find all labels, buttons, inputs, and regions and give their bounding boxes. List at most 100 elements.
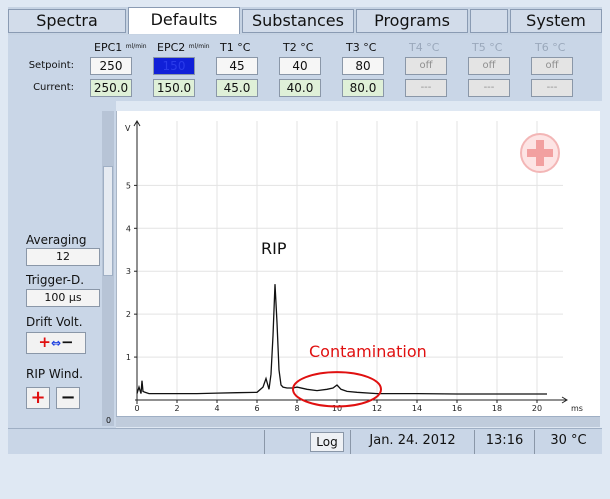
column-name: T6 xyxy=(535,41,549,54)
y-tick-label: 2 xyxy=(126,310,131,319)
current-t2: 40.0 xyxy=(279,79,321,97)
y-tick-label: 5 xyxy=(126,181,131,190)
column-header-epc1: EPC1 ml/min xyxy=(94,41,147,54)
tab-substances[interactable]: Substances xyxy=(242,9,354,33)
x-tick-label: 14 xyxy=(412,404,422,413)
series-line-0 xyxy=(136,284,547,395)
column-name: T5 xyxy=(472,41,486,54)
current-t5: --- xyxy=(468,79,510,97)
column-header-t5: T5 °C xyxy=(472,41,502,54)
rip-window-label: RIP Wind. xyxy=(26,367,83,381)
minus-icon[interactable]: − xyxy=(61,333,74,351)
x-tick-label: 0 xyxy=(134,404,139,413)
rip-window-minus-button[interactable]: − xyxy=(56,387,80,409)
column-name: T4 xyxy=(409,41,423,54)
plus-icon[interactable]: + xyxy=(38,333,51,351)
setpoint-epc1[interactable]: 250 xyxy=(90,57,132,75)
status-divider xyxy=(264,430,265,454)
column-unit: °C xyxy=(300,41,314,54)
column-header-t3: T3 °C xyxy=(346,41,376,54)
drift-volt-control[interactable]: +⇔− xyxy=(26,332,86,354)
setpoint-epc2[interactable]: 150 xyxy=(153,57,195,75)
rip-window-plus-button[interactable]: + xyxy=(26,387,50,409)
column-unit: ml/min xyxy=(188,43,210,50)
zoom-plus-icon[interactable] xyxy=(520,133,560,173)
column-name: T2 xyxy=(283,41,297,54)
setpoint-t1[interactable]: 45 xyxy=(216,57,258,75)
column-unit: °C xyxy=(489,41,503,54)
tab-bar: Spectra Defaults Substances Programs Sys… xyxy=(8,7,602,35)
setpoint-t3[interactable]: 80 xyxy=(342,57,384,75)
plus-icon: + xyxy=(30,387,46,408)
current-epc2: 150.0 xyxy=(153,79,195,97)
x-tick-label: 12 xyxy=(372,404,382,413)
x-tick-label: 6 xyxy=(254,404,259,413)
column-unit: ml/min xyxy=(125,43,147,50)
trigger-delay-value[interactable]: 100 µs xyxy=(26,289,100,307)
horizontal-scrollbar[interactable]: 0 xyxy=(106,416,600,427)
averaging-label: Averaging xyxy=(26,233,87,247)
column-header-epc2: EPC2 ml/min xyxy=(157,41,210,54)
column-name: EPC2 xyxy=(157,41,186,54)
trigger-delay-label: Trigger-D. xyxy=(26,273,85,287)
swap-icon: ⇔ xyxy=(50,336,62,350)
tab-empty[interactable] xyxy=(470,9,508,33)
column-name: EPC1 xyxy=(94,41,123,54)
averaging-value[interactable]: 12 xyxy=(26,248,100,266)
tab-system[interactable]: System xyxy=(510,9,602,33)
spectrum-chart: 0 2 4 6 8 10 12 14 16 18 2012345VmsRIPContaminatio… xyxy=(125,120,583,413)
vertical-scrollbar[interactable] xyxy=(102,111,114,426)
status-bar: Log Jan. 24. 2012 13:16 30 °C xyxy=(8,428,602,454)
column-header-t1: T1 °C xyxy=(220,41,250,54)
y-tick-label: 4 xyxy=(126,224,131,233)
x-axis-label: ms xyxy=(571,404,583,413)
x-tick-label: 16 xyxy=(452,404,462,413)
status-time: 13:16 xyxy=(474,430,534,454)
column-unit: °C xyxy=(426,41,440,54)
spectrum-plot[interactable]: 0 2 4 6 8 10 12 14 16 18 20 1 2 3 4 5 Vms RIP Contaminatio… xyxy=(116,111,600,416)
column-name: T3 xyxy=(346,41,360,54)
scroll-origin-label: 0 xyxy=(106,416,112,425)
current-t6: --- xyxy=(531,79,573,97)
current-row-label: Current: xyxy=(33,82,74,93)
column-unit: °C xyxy=(552,41,566,54)
status-temperature: 30 °C xyxy=(534,430,602,454)
log-button[interactable]: Log xyxy=(310,432,344,452)
setpoint-t4: off xyxy=(405,57,447,75)
annotation-rip: RIP xyxy=(261,239,287,258)
tab-programs[interactable]: Programs xyxy=(356,9,468,33)
x-tick-label: 18 xyxy=(492,404,502,413)
current-t4: --- xyxy=(405,79,447,97)
setpoint-row-label: Setpoint: xyxy=(28,60,74,71)
minus-icon: − xyxy=(60,387,76,408)
column-header-t6: T6 °C xyxy=(535,41,565,54)
y-tick-label: 3 xyxy=(126,267,131,276)
vertical-scroll-thumb[interactable] xyxy=(103,166,113,276)
x-tick-label: 20 xyxy=(532,404,542,413)
control-panel: Setpoint: Current: EPC1 ml/min 250 250.0 EP… xyxy=(8,35,602,101)
x-tick-label: 4 xyxy=(214,404,219,413)
x-tick-label: 2 xyxy=(174,404,179,413)
y-tick-label: 1 xyxy=(126,353,131,362)
zoom-icon-bar-v xyxy=(536,140,544,166)
column-unit: °C xyxy=(363,41,377,54)
y-axis-label: V xyxy=(125,124,131,133)
annotation-contamination: Contamination xyxy=(309,342,427,361)
status-date: Jan. 24. 2012 xyxy=(350,430,474,454)
current-t3: 80.0 xyxy=(342,79,384,97)
setpoint-t5: off xyxy=(468,57,510,75)
tab-defaults[interactable]: Defaults xyxy=(128,7,240,34)
x-tick-label: 8 xyxy=(294,404,299,413)
current-epc1: 250.0 xyxy=(90,79,132,97)
column-header-t2: T2 °C xyxy=(283,41,313,54)
setpoint-t2[interactable]: 40 xyxy=(279,57,321,75)
column-unit: °C xyxy=(237,41,251,54)
tab-spectra[interactable]: Spectra xyxy=(8,9,126,33)
drift-volt-label: Drift Volt. xyxy=(26,315,83,329)
left-controls: Averaging 12 Trigger-D. 100 µs Drift Vol… xyxy=(8,101,116,428)
current-t1: 45.0 xyxy=(216,79,258,97)
column-name: T1 xyxy=(220,41,234,54)
column-header-t4: T4 °C xyxy=(409,41,439,54)
setpoint-t6: off xyxy=(531,57,573,75)
x-tick-label: 10 xyxy=(332,404,342,413)
